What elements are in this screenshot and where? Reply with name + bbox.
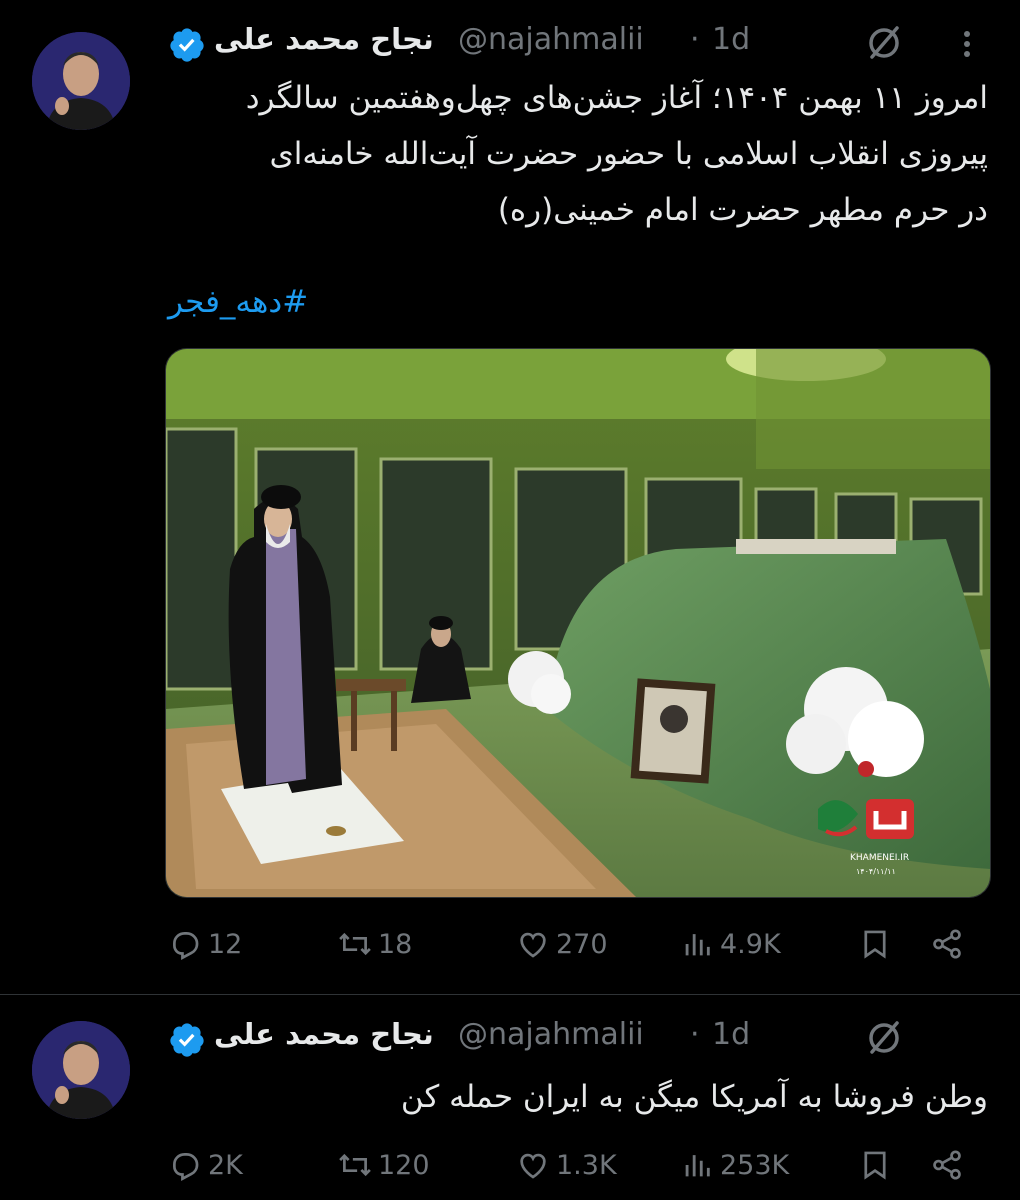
- timestamp[interactable]: 1d: [712, 1017, 750, 1052]
- watermark-text: KHAMENEI.IR: [850, 853, 910, 863]
- like-icon: [520, 1153, 546, 1179]
- share-button[interactable]: [930, 922, 970, 966]
- share-button[interactable]: [930, 1143, 970, 1187]
- repost-button[interactable]: 120: [338, 1143, 430, 1187]
- like-button[interactable]: 270: [516, 922, 608, 966]
- shrine-photo: [166, 349, 990, 897]
- share-icon: [933, 929, 961, 959]
- repost-icon: [339, 932, 371, 956]
- views-button[interactable]: 253K: [680, 1143, 789, 1187]
- tweet-1[interactable]: نجاح محمد علی @najahmalii · 1d امروز ۱۱ …: [0, 0, 1020, 994]
- author-handle[interactable]: @najahmalii: [458, 22, 644, 57]
- reply-count: 2K: [208, 1149, 243, 1181]
- bookmark-icon: [864, 1151, 886, 1180]
- watermark-date: ۱۴۰۴/۱۱/۱۱: [856, 867, 896, 876]
- author-handle[interactable]: @najahmalii: [458, 1017, 644, 1052]
- bookmark-button[interactable]: [858, 1143, 898, 1187]
- grok-icon[interactable]: [864, 1017, 904, 1057]
- like-count: 270: [556, 928, 608, 960]
- like-icon: [520, 932, 546, 958]
- timestamp[interactable]: 1d: [712, 22, 750, 57]
- reply-icon: [173, 1153, 199, 1181]
- views-button[interactable]: 4.9K: [680, 922, 781, 966]
- repost-count: 120: [378, 1149, 430, 1181]
- verified-badge-icon: [170, 28, 204, 62]
- tweet-text: امروز ۱۱ بهمن ۱۴۰۴؛ آغاز جشن‌های چهل‌وهف…: [245, 80, 988, 228]
- verified-badge-icon: [170, 1023, 204, 1057]
- separator: ·: [690, 1017, 700, 1052]
- tweet-photo[interactable]: KHAMENEI.IR ۱۴۰۴/۱۱/۱۱: [165, 348, 991, 898]
- author-name[interactable]: نجاح محمد علی: [214, 22, 434, 56]
- repost-icon: [339, 1153, 371, 1177]
- repost-count: 18: [378, 928, 413, 960]
- separator: ·: [690, 22, 700, 57]
- like-button[interactable]: 1.3K: [516, 1143, 617, 1187]
- action-bar: 2K 120 1.3K 253K: [168, 1143, 988, 1187]
- tweet-text: وطن فروشا به آمریکا میگن به ایران حمله ک…: [400, 1079, 988, 1115]
- reply-count: 12: [208, 928, 243, 960]
- bookmark-button[interactable]: [858, 922, 898, 966]
- reply-icon: [173, 932, 199, 960]
- like-count: 1.3K: [556, 1149, 617, 1181]
- share-icon: [933, 1150, 961, 1180]
- author-name[interactable]: نجاح محمد علی: [214, 1017, 434, 1051]
- repost-button[interactable]: 18: [338, 922, 412, 966]
- tweet-2[interactable]: نجاح محمد علی @najahmalii · 1d وطن فروشا…: [0, 995, 1020, 1200]
- more-icon[interactable]: [952, 24, 982, 64]
- action-bar: 12 18 270 4.9K: [168, 922, 988, 966]
- avatar[interactable]: [32, 32, 130, 130]
- views-icon: [685, 934, 710, 956]
- grok-icon[interactable]: [864, 22, 904, 62]
- reply-button[interactable]: 12: [168, 922, 242, 966]
- views-count: 253K: [720, 1149, 790, 1181]
- reply-button[interactable]: 2K: [168, 1143, 243, 1187]
- views-icon: [685, 1155, 710, 1177]
- avatar[interactable]: [32, 1021, 130, 1119]
- views-count: 4.9K: [720, 928, 781, 960]
- hashtag-link[interactable]: #دهه_فجر: [168, 284, 308, 320]
- bookmark-icon: [864, 930, 886, 959]
